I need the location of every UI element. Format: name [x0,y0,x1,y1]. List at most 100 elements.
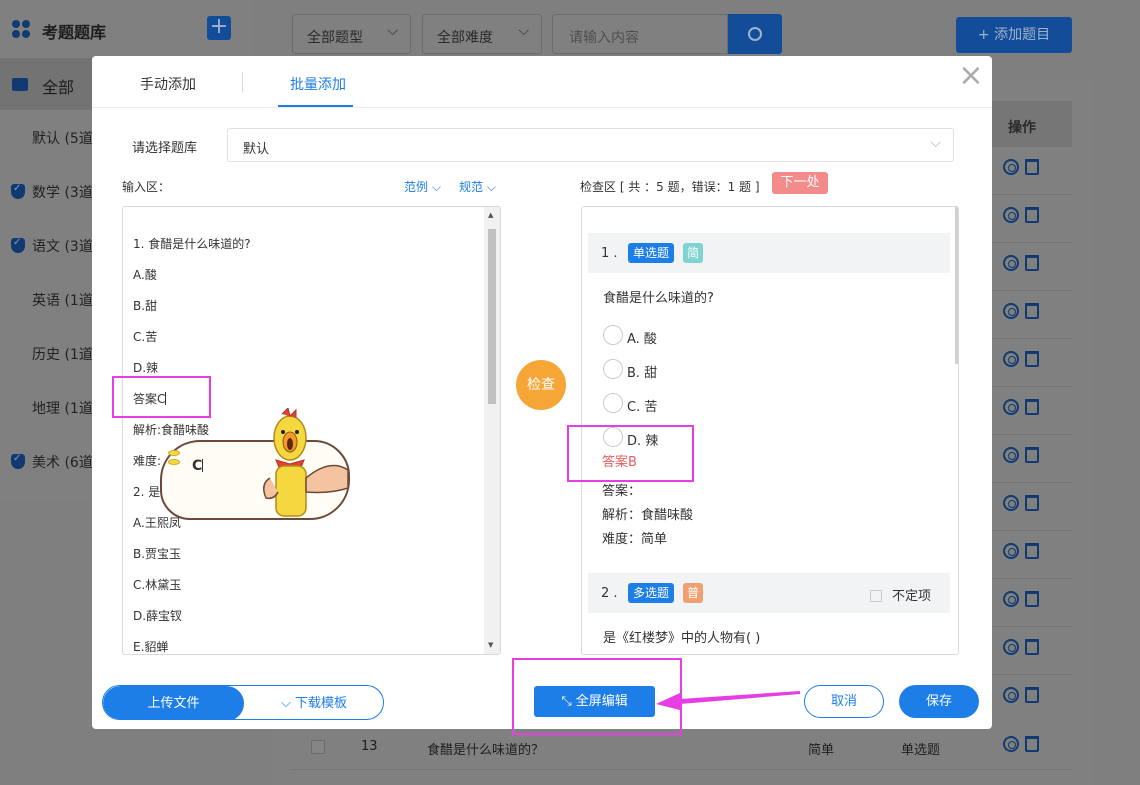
trash-icon[interactable] [1025,495,1039,511]
app-logo-icon [12,20,30,38]
tab-manual-add[interactable]: 手动添加 [140,74,196,94]
input-scrollbar[interactable]: ▲ ▼ [484,207,500,654]
example-link[interactable]: 范例 ⌵ [404,178,441,195]
sidebar-item-label: 数学 (3道 [32,185,93,201]
trash-icon[interactable] [1025,351,1039,367]
trash-icon[interactable] [1025,447,1039,463]
highlight-answer-error [567,425,694,482]
settings-icon[interactable] [1003,159,1019,175]
input-line: D.辣 [133,361,159,375]
download-template-button[interactable]: ⌵ 下载模板 [244,686,383,719]
question-number: 1 . [601,246,618,261]
indefinite-checkbox[interactable]: 不定项 [870,585,931,604]
sidebar-header: 考题题库 + [0,0,252,58]
settings-icon[interactable] [1003,351,1019,367]
row-index: 13 [361,739,378,754]
input-area-label: 输入区： [122,180,171,194]
answer-line: 答案： [602,484,642,499]
question-1-header: 1 . 单选题 简 [588,233,950,273]
radio-icon [603,359,623,379]
check-button[interactable]: 检查 [516,360,566,410]
cancel-button[interactable]: 取消 [804,685,884,718]
chevron-down-icon: ⌵ [930,135,941,151]
row-actions [1000,493,1044,513]
add-bank-button[interactable]: + [207,16,231,40]
bank-select-label: 请选择题库 [132,141,198,156]
settings-icon[interactable] [1003,687,1019,703]
save-button[interactable]: 保存 [899,685,979,718]
row-actions [1000,157,1044,177]
trash-icon[interactable] [1025,687,1039,703]
sidebar-item-label: 全部 [42,78,75,97]
close-icon[interactable]: × [958,61,984,91]
trash-icon[interactable] [1025,255,1039,271]
sidebar-item-label: 历史 (1道 [32,347,93,363]
settings-icon[interactable] [1003,255,1019,271]
input-line: D.薛宝钗 [133,609,183,623]
upload-file-button[interactable]: 上传文件 [103,686,244,719]
active-tab-indicator [278,105,353,107]
check-scrollbar[interactable] [955,207,958,364]
dialog-tabs: 手动添加 批量添加 [92,56,992,108]
table-row[interactable]: 13 食醋是什么味道的？ 简单 单选题 [292,730,1072,770]
sidebar-title: 考题题库 [42,23,107,42]
settings-icon[interactable] [1003,399,1019,415]
scrollbar-thumb[interactable] [488,229,496,404]
bank-select-value: 默认 [243,142,270,157]
trash-icon[interactable] [1025,159,1039,175]
next-error-button[interactable]: 下一处 [772,172,828,194]
question-2-text: 是《红楼梦》中的人物有( ) [603,631,761,646]
row-actions [1000,637,1044,657]
input-line: 2. 是 [133,485,161,499]
sidebar-item-label: 语文 (3道 [32,239,93,255]
folder-icon [12,78,28,91]
settings-icon[interactable] [1003,639,1019,655]
row-checkbox[interactable] [311,740,325,754]
sidebar-item-label: 默认 (5道 [32,131,93,147]
shield-check-icon [11,237,25,253]
row-type: 单选题 [901,743,941,758]
search-input[interactable]: 请输入内容 [552,14,728,54]
settings-icon[interactable] [1003,591,1019,607]
question-2-header: 2 . 多选题 普 不定项 [588,573,950,613]
settings-icon[interactable] [1003,207,1019,223]
trash-icon[interactable] [1025,591,1039,607]
settings-icon[interactable] [1003,495,1019,511]
decoration-icon [168,450,184,470]
trash-icon[interactable] [1025,207,1039,223]
trash-icon[interactable] [1025,303,1039,319]
upload-download-group: 上传文件 ⌵ 下载模板 [102,685,384,720]
shield-check-icon [11,453,25,469]
tab-batch-add[interactable]: 批量添加 [290,74,346,94]
type-select[interactable]: 全部题型 [292,14,411,54]
trash-icon[interactable] [1025,639,1039,655]
row-actions [1000,205,1044,225]
difficulty-tag: 普 [683,583,703,603]
search-button[interactable] [728,14,782,54]
trash-icon[interactable] [1025,399,1039,415]
highlight-answer-input [112,376,211,418]
annotation-arrow [656,691,800,710]
input-line: 1. 食醋是什么味道的? [133,237,251,251]
rules-link[interactable]: 规范 ⌵ [459,178,496,195]
bank-select[interactable]: 默认 ⌵ [227,128,954,162]
add-question-button[interactable]: + 添加题目 [956,17,1072,53]
question-1-text: 食醋是什么味道的? [603,291,714,306]
row-difficulty: 简单 [808,743,835,758]
trash-icon[interactable] [1025,543,1039,559]
settings-icon[interactable] [1003,447,1019,463]
sticker-chicken: C [160,408,350,520]
input-line: C.林黛玉 [133,578,182,592]
input-line: 解析:食醋味酸 [133,423,210,437]
settings-icon[interactable] [1003,543,1019,559]
settings-icon[interactable] [1003,303,1019,319]
row-actions [1000,589,1044,609]
row-actions [1000,445,1044,465]
input-line: A.酸 [133,268,157,282]
difficulty-select[interactable]: 全部难度 [422,14,542,54]
difficulty-line: 难度：简单 [602,532,668,547]
difficulty-tag: 简 [683,243,703,263]
input-line: B.甜 [133,299,158,313]
row-actions [1000,397,1044,417]
operation-column-header: 操作 [992,101,1072,147]
